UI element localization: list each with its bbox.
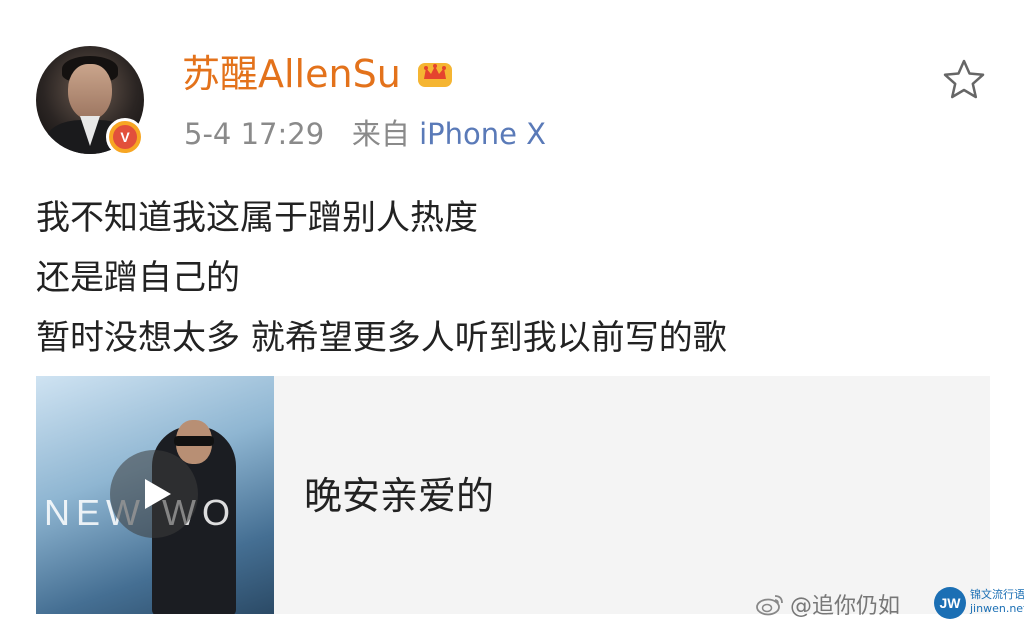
watermark-handle: @追你仍如 [790,594,901,619]
post-text-line: 我不知道我这属于蹭别人热度 [36,198,478,238]
play-button[interactable] [110,450,198,538]
song-title[interactable]: 晚安亲爱的 [304,472,494,520]
weibo-watermark: @追你仍如 [756,588,900,620]
post-meta: 5-4 17:29 来自 iPhone X [184,114,546,154]
weibo-logo-icon [756,595,783,616]
album-cover: NEW WO [36,376,274,614]
site-logo-icon: JW [934,587,966,619]
avatar-face [68,64,112,120]
source-prefix: 来自 [351,117,410,151]
site-name: 锦文流行语 [970,588,1024,601]
post-text: 我不知道我这属于蹭别人热度 还是蹭自己的 暂时没想太多 就希望更多人听到我以前写… [36,188,727,368]
verified-badge-icon: V [106,118,144,156]
post-time: 5-4 17:29 [184,117,325,151]
weibo-post: V 苏醒AllenSu 5-4 17:29 来自 iPhone X 我不知道我这… [0,0,1024,631]
source-device-link[interactable]: iPhone X [419,117,546,151]
site-credit: 锦文流行语 jinwen.net [970,588,1024,616]
username-link[interactable]: 苏醒AllenSu [182,50,401,98]
post-text-line: 还是蹭自己的 [36,258,240,298]
cover-glasses [174,436,214,446]
site-url: jinwen.net [970,602,1024,615]
music-card[interactable]: NEW WO 晚安亲爱的 [36,376,990,614]
play-icon [145,479,171,509]
post-header: 苏醒AllenSu [182,50,455,98]
post-text-line: 暂时没想太多 就希望更多人听到我以前写的歌 [36,318,727,358]
crown-icon[interactable] [415,57,455,91]
star-outline-icon[interactable] [940,56,988,104]
